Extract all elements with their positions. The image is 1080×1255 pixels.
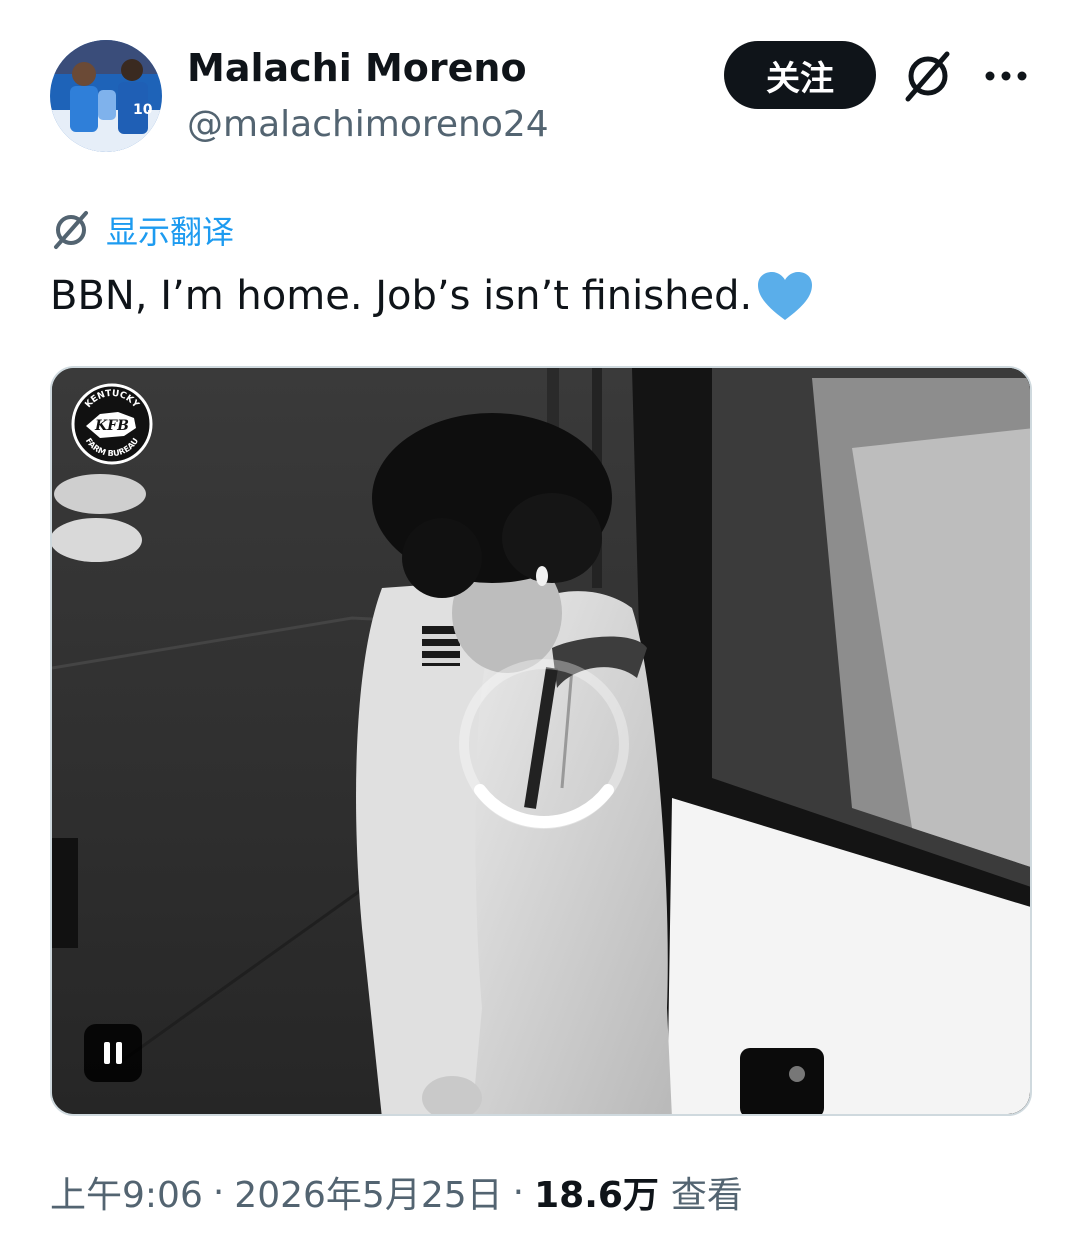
tweet-date[interactable]: 2026年5月25日	[234, 1166, 502, 1218]
more-button[interactable]	[980, 46, 1032, 106]
display-name[interactable]: Malachi Moreno	[187, 46, 527, 90]
svg-text:10: 10	[133, 102, 153, 118]
pause-icon	[104, 1042, 110, 1064]
follow-button[interactable]: 关注	[724, 41, 876, 109]
grok-icon	[54, 211, 88, 249]
loading-spinner-icon	[459, 659, 629, 829]
views-label: 查看	[670, 1175, 743, 1216]
separator: ·	[212, 1171, 225, 1213]
pause-button[interactable]	[84, 1024, 142, 1082]
kfb-logo: KENTUCKY KFB FARM BUREAU	[71, 383, 153, 465]
show-translation[interactable]: 显示翻译	[50, 208, 234, 252]
separator: ·	[512, 1171, 525, 1213]
blue-heart-icon	[758, 272, 813, 320]
views-count[interactable]: 18.6万	[534, 1166, 659, 1218]
logo-text-center: KFB	[94, 418, 129, 434]
tweet-header: 10 Malachi Moreno @malachimoreno24 关注	[50, 40, 1035, 160]
tweet-text: BBN, I’m home. Job’s isn’t finished.	[50, 270, 814, 322]
pause-icon	[116, 1042, 122, 1064]
video-player[interactable]: KENTUCKY KFB FARM BUREAU	[50, 366, 1032, 1116]
avatar-photo: 10	[50, 40, 162, 152]
tweet-meta: 上午9:06 · 2026年5月25日 · 18.6万 查看	[50, 1166, 743, 1218]
grok-icon	[905, 51, 950, 102]
tweet-time[interactable]: 上午9:06	[50, 1166, 203, 1218]
grok-button[interactable]	[898, 46, 958, 106]
more-icon	[985, 71, 1027, 81]
user-handle[interactable]: @malachimoreno24	[187, 104, 549, 145]
avatar[interactable]: 10	[50, 40, 162, 152]
show-translation-label: 显示翻译	[106, 213, 235, 251]
tweet-body: BBN, I’m home. Job’s isn’t finished.	[50, 273, 753, 319]
